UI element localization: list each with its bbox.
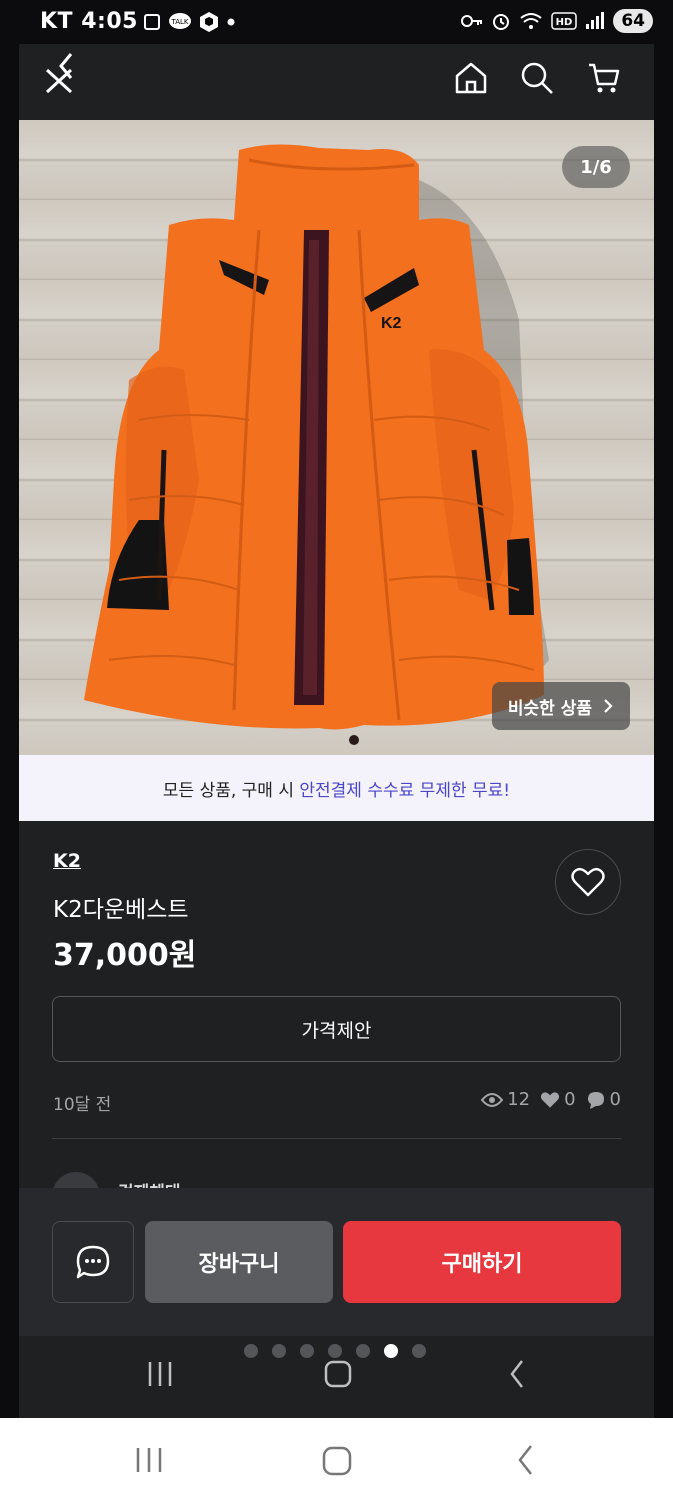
page-indicator: 1/6 [562,146,630,188]
promo-banner[interactable]: 모든 상품, 구매 시 안전결제 수수료 무제한 무료! [19,755,654,821]
screenshot-icon [144,14,160,30]
promo-text: 모든 상품, 구매 시 [162,780,300,801]
svg-text:TALK: TALK [170,18,188,26]
chats-stat: 0 [586,1089,621,1110]
product-image[interactable]: K2 1/6 비슷한 상품 [19,120,654,755]
search-button[interactable] [517,58,557,98]
home-icon [455,62,487,94]
similar-products-label: 비슷한 상품 [507,698,592,719]
chevron-right-icon [604,699,613,713]
chat-bubble-icon [587,1091,604,1109]
action-bar: 장바구니 구매하기 [19,1188,654,1336]
home-circle-icon[interactable] [323,1352,353,1392]
vest-logo: K2 [381,315,402,332]
chats-count: 0 [609,1089,621,1110]
heart-filled-icon [540,1091,560,1108]
back-arrow-icon[interactable] [506,1352,528,1392]
alarm-icon [493,14,510,30]
add-to-cart-button[interactable]: 장바구니 [145,1221,333,1303]
vest-illustration [84,144,549,745]
divider [52,1138,621,1139]
battery-level: 64 [613,9,653,33]
promo-highlight: 안전결제 수수료 무제한 무료! [299,780,511,801]
like-button[interactable] [555,849,621,915]
price-offer-button[interactable]: 가격제안 [52,996,621,1062]
home-circle-icon[interactable] [321,1440,353,1480]
seller-name: 검제체대 [118,1178,181,1188]
inner-system-nav [0,1352,673,1402]
chat-button[interactable] [52,1221,134,1303]
views-count: 12 [507,1089,531,1110]
svg-text:HD: HD [556,17,573,28]
chat-icon [76,1245,110,1279]
top-nav [19,44,654,120]
system-icons: HD 64 [461,9,653,33]
signal-icon [586,12,605,29]
back-button[interactable] [41,50,81,94]
product-price: 37,000원 [53,938,197,973]
back-arrow-icon[interactable] [514,1440,536,1480]
similar-products-button[interactable]: 비슷한 상품 [491,682,630,730]
product-stats: 12 0 0 [481,1089,621,1110]
search-icon [521,62,553,94]
home-button[interactable] [451,58,491,98]
posted-time: 10달 전 [53,1095,112,1115]
views-stat: 12 [481,1089,530,1110]
app-box-icon [200,12,218,32]
eye-icon [481,1092,504,1107]
seller-avatar [52,1172,100,1188]
likes-stat: 0 [540,1089,576,1110]
hd-icon: HD [551,12,578,30]
status-time: KT 4:05 [40,9,138,34]
recent-apps-icon[interactable] [134,1440,164,1480]
dot-icon [227,18,235,26]
talk-icon: TALK [169,13,191,29]
notification-icons: TALK [142,11,236,33]
heart-icon [571,867,605,897]
wifi-icon [520,13,542,29]
buy-button[interactable]: 구매하기 [343,1221,621,1303]
cart-icon [589,63,620,93]
cart-nav-button[interactable] [584,58,624,98]
status-bar: KT 4:05 TALK HD 64 [0,0,673,44]
likes-count: 0 [564,1089,576,1110]
seller-row[interactable]: 검제체대 [52,1172,621,1188]
product-name: K2다운베스트 [53,897,189,923]
key-icon [461,15,483,27]
brand-link[interactable]: K2 [53,850,81,872]
back-icon [45,53,73,94]
system-nav-bar [0,1418,673,1500]
recent-apps-icon[interactable] [146,1352,174,1392]
